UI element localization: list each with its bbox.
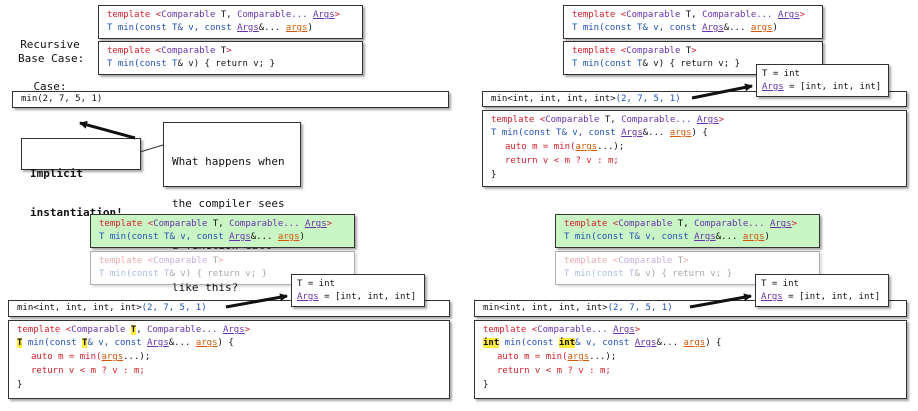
arrows-layer	[79, 83, 753, 309]
callout-arrow	[79, 120, 136, 140]
binding-arrow-bottom-right	[689, 293, 752, 309]
binding-arrow-bottom-left	[225, 293, 288, 309]
callout-pointer	[139, 144, 164, 153]
binding-arrow-top	[691, 83, 753, 100]
